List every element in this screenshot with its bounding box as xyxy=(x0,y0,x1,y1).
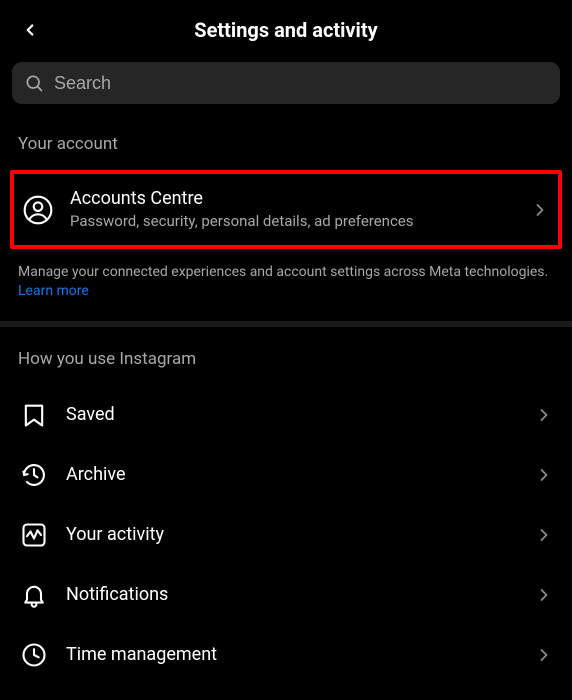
bell-icon xyxy=(20,581,48,609)
section-label-your-account: Your account xyxy=(0,112,572,170)
learn-more-link[interactable]: Learn more xyxy=(18,283,89,299)
row-saved[interactable]: Saved xyxy=(4,385,568,445)
chevron-right-icon xyxy=(534,585,554,605)
activity-icon xyxy=(20,521,48,549)
search-field[interactable] xyxy=(12,62,560,104)
blurb-text: Manage your connected experiences and ac… xyxy=(18,264,548,280)
page-title: Settings and activity xyxy=(0,18,572,42)
archive-icon xyxy=(20,461,48,489)
row-label: Archive xyxy=(66,464,516,485)
row-label: Time management xyxy=(66,644,516,665)
section-label-usage: How you use Instagram xyxy=(0,327,572,385)
back-button[interactable] xyxy=(12,12,48,48)
row-archive[interactable]: Archive xyxy=(4,445,568,505)
header-bar: Settings and activity xyxy=(0,0,572,60)
bookmark-icon xyxy=(20,401,48,429)
row-activity[interactable]: Your activity xyxy=(4,505,568,565)
search-icon xyxy=(24,73,44,93)
clock-icon xyxy=(20,641,48,669)
person-circle-icon xyxy=(22,194,54,226)
chevron-right-icon xyxy=(534,645,554,665)
chevron-right-icon xyxy=(534,405,554,425)
row-notifications[interactable]: Notifications xyxy=(4,565,568,625)
row-label: Notifications xyxy=(66,584,516,605)
accounts-centre-subtitle: Password, security, personal details, ad… xyxy=(70,212,514,232)
usage-list: Saved Archive Your activity Notification… xyxy=(0,385,572,685)
chevron-left-icon xyxy=(21,21,39,39)
chevron-right-icon xyxy=(534,525,554,545)
row-label: Saved xyxy=(66,404,516,425)
row-label: Your activity xyxy=(66,524,516,545)
chevron-right-icon xyxy=(534,465,554,485)
accounts-centre-highlight: Accounts Centre Password, security, pers… xyxy=(10,170,562,249)
chevron-right-icon xyxy=(530,200,550,220)
row-time-management[interactable]: Time management xyxy=(4,625,568,685)
accounts-centre-text: Accounts Centre Password, security, pers… xyxy=(70,188,514,231)
search-row xyxy=(0,60,572,112)
search-input[interactable] xyxy=(54,73,548,94)
accounts-centre-blurb: Manage your connected experiences and ac… xyxy=(0,249,572,313)
accounts-centre-title: Accounts Centre xyxy=(70,188,514,210)
accounts-centre-row[interactable]: Accounts Centre Password, security, pers… xyxy=(22,188,550,231)
